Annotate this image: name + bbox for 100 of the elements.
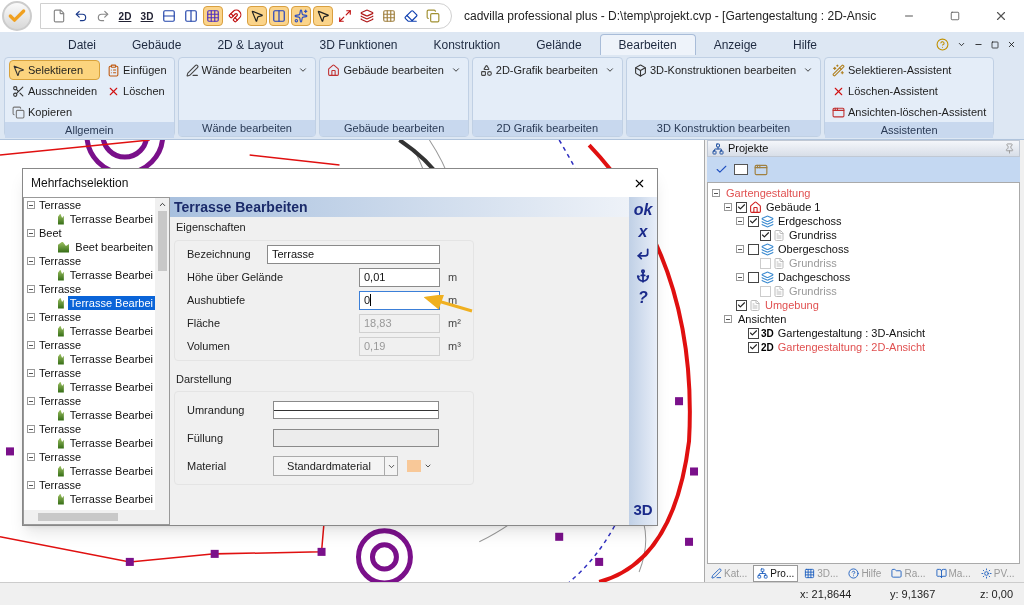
ribbon-tab[interactable]: Gelände — [518, 34, 600, 55]
ribbon-tab[interactable]: Konstruktion — [415, 34, 519, 55]
tree-item[interactable]: Obergeschoss — [778, 242, 849, 256]
collapse-icon[interactable] — [27, 201, 35, 209]
checkbox[interactable] — [760, 229, 771, 241]
collapse-icon[interactable] — [736, 273, 744, 281]
scrollbar[interactable] — [155, 198, 169, 510]
tree-item[interactable]: Terrasse — [39, 478, 82, 492]
collapse-icon[interactable] — [27, 341, 35, 349]
tree-item[interactable]: Erdgeschoss — [778, 214, 842, 228]
3d-button[interactable]: 3D — [633, 498, 653, 521]
line-style-field[interactable] — [273, 401, 439, 419]
ribbon-tab[interactable]: Gebäude — [114, 34, 200, 55]
tree-item[interactable]: Terrasse Bearbei — [67, 380, 155, 394]
input-field[interactable]: 0,01 — [359, 267, 440, 287]
tree-item[interactable]: Terrasse — [39, 366, 82, 380]
tree-item[interactable]: Terrasse Bearbei — [67, 324, 155, 338]
fill-field[interactable] — [273, 429, 439, 447]
collapse-icon[interactable] — [724, 203, 732, 211]
collapse-icon[interactable] — [27, 397, 35, 405]
check-icon[interactable] — [715, 163, 728, 176]
ribbon-tab[interactable]: Datei — [50, 34, 114, 55]
tree-item[interactable]: Terrasse — [39, 450, 82, 464]
side-button[interactable]: ? — [638, 287, 648, 309]
checkbox[interactable] — [748, 243, 759, 255]
collapse-icon[interactable] — [712, 189, 720, 197]
tree-item[interactable]: Terrasse Bearbei — [67, 436, 155, 450]
tree-item[interactable]: Dachgeschoss — [778, 270, 851, 284]
tree-item[interactable]: Umgebung — [765, 298, 819, 312]
restore-icon[interactable] — [991, 40, 999, 49]
material-dropdown[interactable]: Standardmaterial — [273, 456, 398, 476]
ribbon-button[interactable]: Gebäude bearbeiten — [324, 60, 464, 80]
ribbon-tab[interactable]: Hilfe — [775, 34, 835, 55]
bars-tool-icon[interactable] — [269, 6, 289, 26]
side-button[interactable]: ok — [633, 199, 653, 221]
input-field[interactable]: Terrasse — [267, 244, 440, 264]
ribbon-button[interactable]: 2D-Grafik bearbeiten — [476, 60, 618, 80]
panel-tab[interactable]: Pro... — [753, 564, 799, 582]
tree-item[interactable]: Gartengestaltung : 3D-Ansicht — [777, 326, 926, 340]
tree-item[interactable]: Terrasse Bearbei — [67, 296, 155, 310]
collapse-icon[interactable] — [27, 229, 35, 237]
side-button[interactable]: x — [638, 221, 648, 243]
tree-item[interactable]: Terrasse — [39, 422, 82, 436]
color-picker-button[interactable] — [406, 460, 433, 472]
view-mode-button[interactable]: 2D — [115, 6, 135, 26]
tree-item[interactable]: Gartengestaltung : 2D-Ansicht — [777, 340, 926, 354]
collapse-icon[interactable] — [27, 369, 35, 377]
ribbon-tab[interactable]: 2D & Layout — [199, 34, 302, 55]
ribbon-tab[interactable]: 3D Funktionen — [301, 34, 416, 55]
ribbon-button[interactable]: 3D-Konstruktionen bearbeiten — [630, 60, 817, 80]
tree-item[interactable]: Terrasse Bearbei — [67, 464, 155, 478]
ribbon-button[interactable]: Ausschneiden — [9, 81, 101, 101]
tree-item[interactable]: Terrasse — [39, 282, 82, 296]
checkbox[interactable] — [736, 299, 747, 311]
scroll-up-icon[interactable] — [157, 200, 167, 209]
horizontal-scrollbar[interactable] — [24, 510, 169, 524]
ribbon-button[interactable]: Einfügen — [104, 60, 170, 80]
tree-item[interactable]: Gartengestaltung — [726, 186, 811, 200]
collapse-icon[interactable] — [724, 315, 732, 323]
ribbon-button[interactable]: Löschen — [104, 81, 170, 101]
ribbon-button[interactable]: Kopieren — [9, 102, 101, 122]
tree-item[interactable]: Terrasse Bearbei — [67, 352, 155, 366]
ribbon-button[interactable]: Selektieren-Assistent — [829, 60, 990, 80]
collapse-icon[interactable] — [27, 285, 35, 293]
window-icon[interactable] — [754, 162, 768, 177]
grid-tool-icon[interactable] — [203, 6, 223, 26]
collapse-icon[interactable] — [27, 481, 35, 489]
tree-item[interactable]: Beet — [39, 226, 62, 240]
tree-item[interactable]: Terrasse Bearbei — [67, 212, 155, 226]
input-field[interactable]: 0 — [359, 290, 440, 310]
tree-item[interactable]: Terrasse Bearbei — [67, 268, 155, 282]
tree-item[interactable]: Terrasse — [39, 338, 82, 352]
tree-item[interactable]: Terrasse — [39, 310, 82, 324]
close-icon[interactable] — [1007, 40, 1016, 49]
tree-item[interactable]: Grundriss — [789, 228, 837, 242]
ribbon-button[interactable]: Löschen-Assistent — [829, 81, 990, 101]
collapse-icon[interactable] — [27, 257, 35, 265]
collapse-icon[interactable] — [736, 245, 744, 253]
caret-icon[interactable] — [957, 40, 966, 49]
tree-item[interactable]: Beet bearbeiten — [73, 240, 155, 254]
scroll-thumb[interactable] — [38, 513, 118, 521]
collapse-icon[interactable] — [27, 425, 35, 433]
checkbox[interactable] — [748, 215, 759, 227]
ribbon-tab[interactable]: Bearbeiten — [599, 34, 696, 55]
pointer-tool-icon[interactable] — [313, 6, 333, 26]
checkbox[interactable] — [748, 327, 759, 339]
checkbox[interactable] — [748, 271, 759, 283]
collapse-icon[interactable] — [27, 313, 35, 321]
checkbox[interactable] — [736, 201, 747, 213]
ribbon-button[interactable]: Ansichten-löschen-Assistent — [829, 102, 990, 122]
tree-item[interactable]: Terrasse — [39, 254, 82, 268]
view-mode-button[interactable]: 3D — [137, 6, 157, 26]
tree-item[interactable]: Terrasse Bearbei — [67, 492, 155, 506]
collapse-icon[interactable] — [27, 453, 35, 461]
tree-item[interactable]: Terrasse — [39, 394, 82, 408]
tree-item[interactable]: Ansichten — [738, 312, 787, 326]
scroll-thumb[interactable] — [157, 211, 167, 271]
rename-icon[interactable] — [734, 164, 748, 175]
ribbon-tab[interactable]: Anzeige — [695, 34, 775, 55]
ribbon-button[interactable]: Selektieren — [9, 60, 101, 80]
